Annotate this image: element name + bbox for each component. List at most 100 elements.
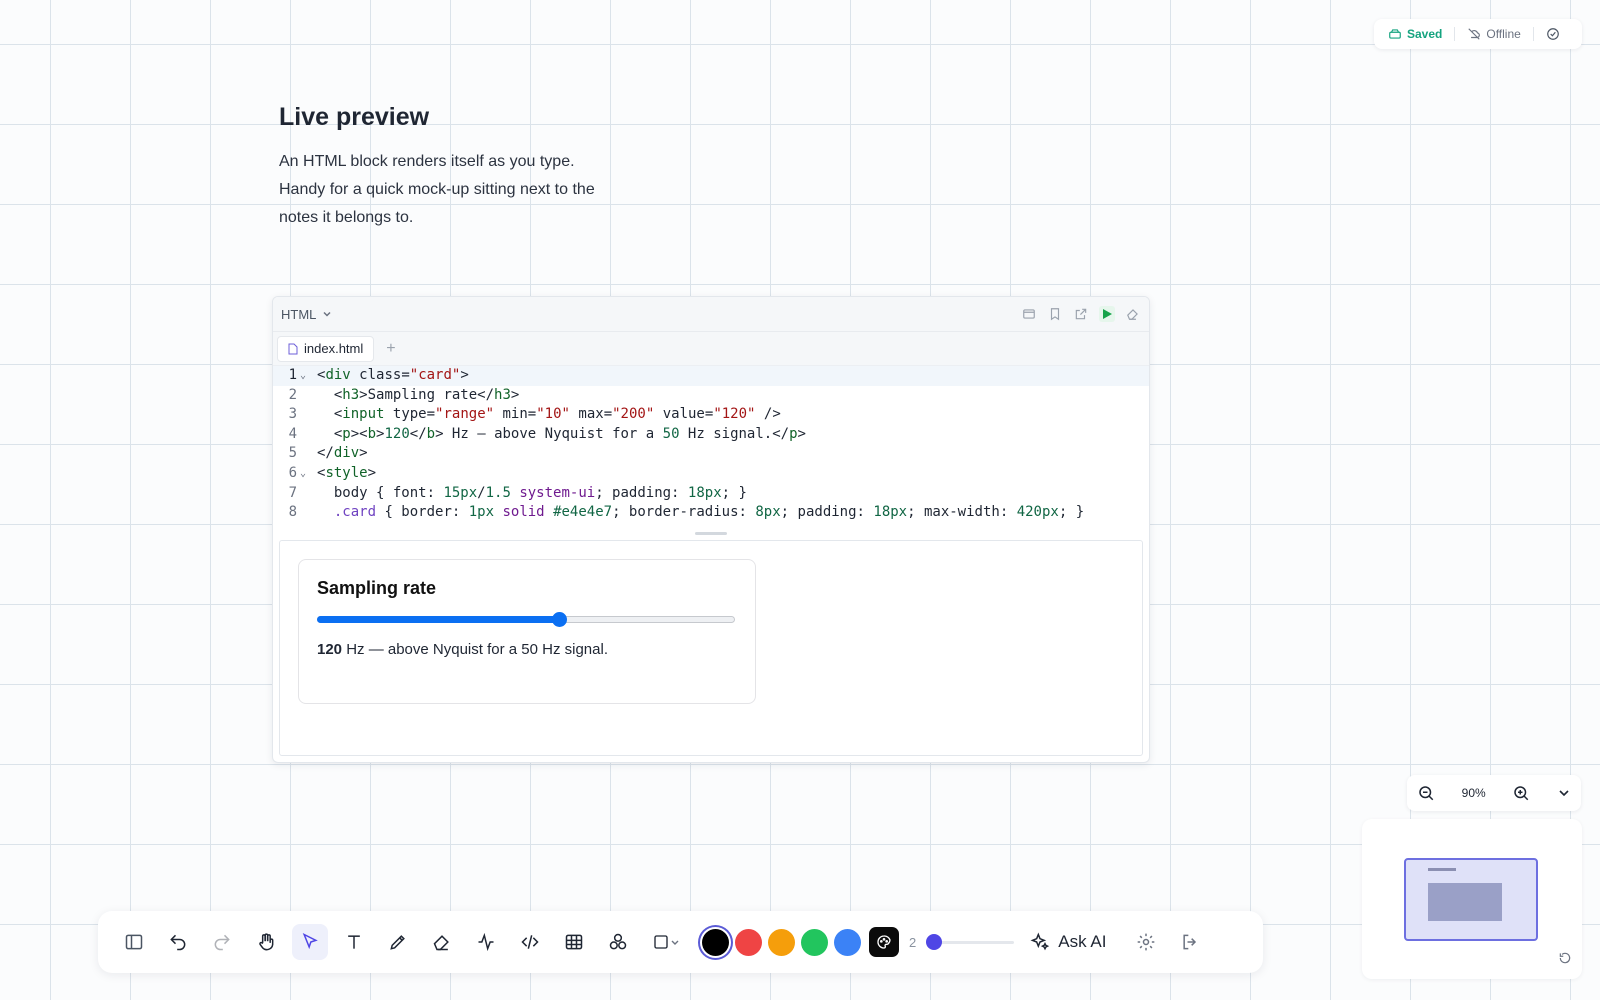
components-icon (609, 933, 627, 950)
cloud-saved-icon (1389, 29, 1401, 39)
code-text: .card { border: 1px solid #e4e4e7; borde… (333, 504, 1085, 521)
divider (1454, 27, 1456, 41)
line-number: 3 (288, 406, 297, 423)
code-icon (521, 935, 539, 949)
eraser-icon (1127, 309, 1138, 320)
sampling-rate-slider[interactable] (317, 611, 735, 627)
zoom-in-icon[interactable] (1512, 784, 1530, 802)
zoom-level[interactable]: 90% (1462, 786, 1486, 800)
offline-status[interactable]: Offline (1467, 27, 1521, 41)
connector-tool-button[interactable] (468, 924, 504, 960)
stroke-slider-thumb[interactable] (926, 934, 943, 950)
fold-arrow-icon[interactable]: ⌄ (297, 464, 309, 484)
color-swatch-black[interactable] (702, 928, 729, 956)
minimap-viewport[interactable] (1404, 858, 1538, 941)
line-number: 7 (288, 484, 297, 501)
file-tabs: index.html + (273, 332, 1149, 366)
pointer-icon (302, 932, 318, 950)
hand-tool-button[interactable] (248, 924, 284, 960)
play-icon (1103, 309, 1112, 319)
table-tool-button[interactable] (556, 924, 592, 960)
fold-gutter (297, 484, 309, 504)
ask-ai-button[interactable]: Ask AI (1030, 932, 1106, 952)
color-palette-button[interactable] (869, 927, 899, 957)
select-tool-button[interactable] (292, 924, 328, 960)
line-number: 2 (288, 386, 297, 403)
eraser-icon (433, 935, 449, 951)
undo-icon (170, 934, 186, 951)
zoom-out-icon[interactable] (1417, 784, 1435, 802)
code-block-header: HTML (273, 297, 1149, 332)
check-circle-icon (1546, 28, 1559, 40)
code-line: 2 <h3>Sampling rate</h3> (273, 386, 1149, 406)
text-tool-button[interactable] (336, 924, 372, 960)
line-number: 4 (288, 425, 297, 442)
line-number: 6 (288, 464, 297, 481)
bottom-toolbar: 2 Ask AI (98, 911, 1263, 973)
sync-check-button[interactable] (1546, 27, 1560, 41)
shape-tool-button[interactable] (644, 924, 688, 960)
note-description: An HTML block renders itself as you type… (279, 153, 595, 226)
redo-button[interactable] (204, 924, 240, 960)
language-select[interactable]: HTML (281, 307, 332, 322)
fold-gutter (297, 425, 309, 445)
zoom-control: 90% (1407, 775, 1581, 811)
code-block-tool-button[interactable] (512, 924, 548, 960)
fold-gutter (297, 386, 309, 406)
color-swatch-blue[interactable] (834, 928, 861, 956)
chevron-down-icon[interactable] (1557, 786, 1571, 800)
run-button[interactable] (1099, 306, 1115, 322)
slider-thumb[interactable] (552, 612, 567, 627)
reset-view-icon[interactable] (1558, 951, 1572, 965)
minimap[interactable] (1362, 819, 1582, 979)
language-label: HTML (281, 306, 317, 322)
minimap-title-mark (1428, 868, 1456, 871)
clear-button[interactable] (1125, 306, 1141, 322)
open-external-button[interactable] (1073, 306, 1089, 322)
toggle-sidebar-button[interactable] (116, 924, 152, 960)
chevron-down-icon (671, 940, 679, 945)
logout-icon (1183, 934, 1197, 950)
stroke-width-value: 2 (909, 934, 917, 950)
exit-button[interactable] (1172, 924, 1208, 960)
code-text: </div> (317, 445, 368, 462)
code-line: 3 <input type="range" min="10" max="200"… (273, 405, 1149, 425)
code-text: <style> (317, 464, 377, 481)
line-number: 5 (288, 445, 297, 462)
code-line: 8 .card { border: 1px solid #e4e4e7; bor… (273, 503, 1149, 523)
pen-icon (390, 935, 405, 950)
add-file-tab-button[interactable]: + (386, 340, 395, 358)
palette-icon (877, 935, 891, 949)
eraser-tool-button[interactable] (424, 924, 460, 960)
redo-icon (214, 934, 230, 951)
html-code-block[interactable]: HTML index.html + 1 ⌄ <div class="card">… (272, 296, 1150, 763)
code-block-actions (1021, 306, 1141, 322)
file-icon (288, 343, 298, 354)
live-preview-pane: Sampling rate 120 Hz — above Nyquist for… (279, 540, 1143, 756)
line-number: 1 (288, 367, 297, 383)
color-swatch-green[interactable] (801, 928, 828, 956)
code-editor[interactable]: 1 ⌄ <div class="card"> 2 <h3>Sampling rate… (273, 366, 1149, 528)
preview-card-title: Sampling rate (317, 578, 437, 598)
settings-button[interactable] (1128, 924, 1164, 960)
cloud-off-icon (1468, 28, 1481, 40)
components-tool-button[interactable] (600, 924, 636, 960)
undo-button[interactable] (160, 924, 196, 960)
bookmark-button[interactable] (1047, 306, 1063, 322)
pen-tool-button[interactable] (380, 924, 416, 960)
color-swatch-red[interactable] (735, 928, 762, 956)
file-tab-index[interactable]: index.html (277, 335, 375, 362)
text-icon (348, 935, 360, 949)
code-line: 4 <p><b>120</b> Hz — above Nyquist for a… (273, 425, 1149, 445)
editor-resize-handle[interactable] (273, 528, 1149, 538)
code-line: 6 ⌄ <style> (273, 464, 1149, 484)
window-icon (1023, 309, 1035, 319)
window-button[interactable] (1021, 306, 1037, 322)
fold-gutter (297, 444, 309, 464)
fold-arrow-icon[interactable]: ⌄ (297, 366, 309, 386)
grip-icon (695, 531, 727, 535)
preview-value-text: 120 Hz — above Nyquist for a 50 Hz signa… (317, 641, 737, 658)
stroke-width-slider[interactable] (926, 934, 1015, 950)
color-swatch-orange[interactable] (768, 928, 795, 956)
saved-label: Saved (1407, 27, 1443, 41)
